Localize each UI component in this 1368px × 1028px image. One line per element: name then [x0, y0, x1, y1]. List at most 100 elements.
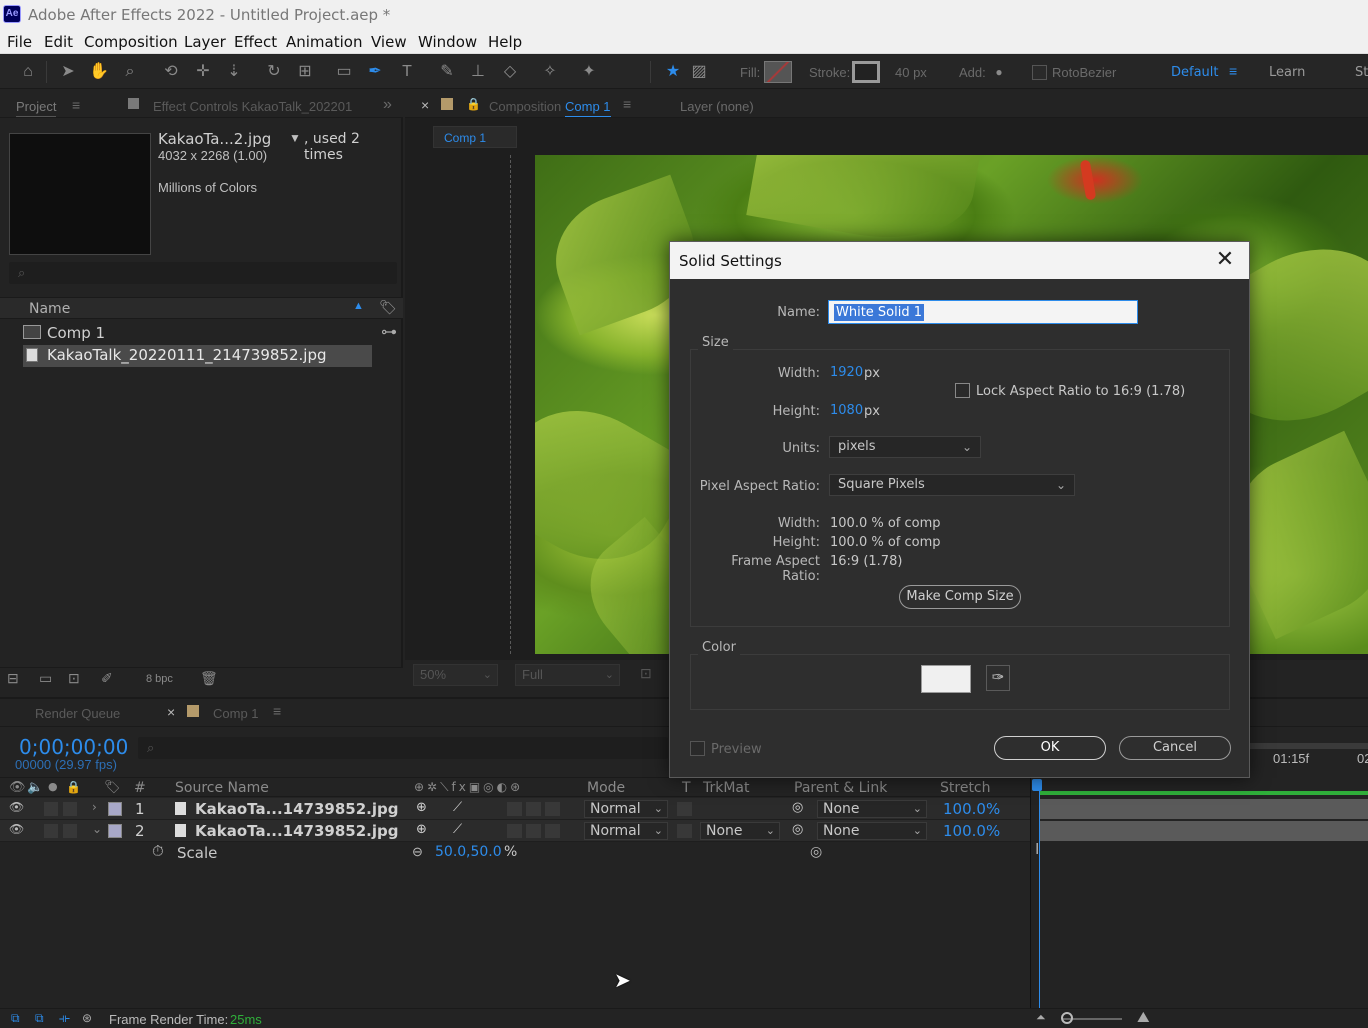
layer-row[interactable]: 👁 › 1 KakaoTa...14739852.jpg ⊕ ⟋ Normal ⌄…	[0, 798, 1030, 820]
flowchart-icon[interactable]: ⊶	[381, 322, 397, 342]
tab-effect-controls[interactable]: Effect Controls KakaoTalk_202201	[153, 99, 352, 114]
label-color-swatch[interactable]	[108, 802, 122, 816]
stroke-swatch[interactable]	[852, 61, 880, 83]
width-value[interactable]: 1920	[830, 365, 863, 380]
close-tab-icon[interactable]: ×	[167, 704, 175, 720]
workspace-menu-icon[interactable]: ≡	[1229, 63, 1237, 79]
lock-aspect-checkbox[interactable]	[955, 383, 970, 398]
interpret-footage-icon[interactable]: ⊟	[7, 670, 19, 687]
puppet-pin-tool-icon[interactable]: ✦	[578, 61, 600, 83]
project-search-input[interactable]: ⌕	[9, 262, 397, 284]
expand-panels-icon[interactable]: »	[383, 96, 392, 114]
project-item-comp[interactable]: Comp 1	[23, 323, 383, 345]
clone-stamp-tool-icon[interactable]: ⊥	[467, 61, 489, 83]
type-tool-icon[interactable]: T	[396, 61, 418, 83]
make-comp-size-button[interactable]: Make Comp Size	[899, 585, 1021, 609]
zoom-in-icon[interactable]: ⛰	[1137, 1009, 1150, 1026]
tab-render-queue[interactable]: Render Queue	[35, 706, 120, 721]
home-icon[interactable]: ⌂	[17, 61, 39, 83]
magnification-dropdown[interactable]: 50% ⌄	[413, 664, 498, 686]
star-icon[interactable]: ★	[662, 61, 684, 83]
zoom-slider-handle[interactable]	[1061, 1012, 1073, 1024]
preserve-transparency-switch[interactable]	[677, 824, 692, 838]
units-dropdown[interactable]: pixels ⌄	[829, 436, 981, 458]
new-folder-icon[interactable]: ▭	[39, 670, 52, 687]
layer-switch[interactable]	[526, 824, 541, 838]
quality-switch-icon[interactable]: ⟋	[453, 800, 462, 815]
layer-row[interactable]: 👁 ⌄ 2 KakaoTa...14739852.jpg ⊕ ⟋ Normal ⌄…	[0, 820, 1030, 842]
render-time-toggle-icon[interactable]: ⊛	[82, 1011, 92, 1025]
orbit-camera-tool-icon[interactable]: ⟲	[160, 61, 182, 83]
layer-switch[interactable]	[507, 802, 522, 816]
lock-aspect-label[interactable]: Lock Aspect Ratio to 16:9 (1.78)	[976, 384, 1185, 399]
ok-button[interactable]: OK	[994, 736, 1106, 760]
tab-timeline-comp-1[interactable]: Comp 1	[213, 706, 259, 721]
project-item-footage[interactable]: KakaoTalk_20220111_214739852.jpg	[23, 345, 372, 367]
layer-duration-bar[interactable]	[1039, 821, 1368, 841]
layer-duration-bar[interactable]	[1039, 799, 1368, 819]
layer-switch[interactable]	[545, 824, 560, 838]
anchor-point-tool-icon[interactable]: ⊞	[294, 61, 316, 83]
trkmat-dropdown[interactable]: None ⌄	[700, 822, 780, 840]
scale-y-value[interactable]: ,50.0	[466, 844, 502, 860]
zoom-tool-icon[interactable]: ⌕	[119, 61, 141, 83]
menu-file[interactable]: File	[7, 33, 32, 51]
preserve-transparency-switch[interactable]	[677, 802, 692, 816]
rotation-tool-icon[interactable]: ↻	[263, 61, 285, 83]
parent-dropdown[interactable]: None ⌄	[817, 800, 927, 818]
layer-stretch[interactable]: 100.0%	[943, 822, 1000, 840]
stroke-width[interactable]: 40 px	[895, 65, 927, 80]
menu-help[interactable]: Help	[488, 33, 522, 51]
menu-window[interactable]: Window	[418, 33, 477, 51]
layer-switch[interactable]	[507, 824, 522, 838]
brush-tool-icon[interactable]: ✎	[436, 61, 458, 83]
project-menu-icon[interactable]: ≡	[72, 97, 80, 113]
fill-swatch[interactable]	[764, 61, 792, 83]
column-source-name[interactable]: Source Name	[175, 780, 269, 796]
tab-project[interactable]: Project	[16, 99, 57, 117]
parent-dropdown[interactable]: None ⌄	[817, 822, 927, 840]
audio-switch[interactable]	[44, 802, 58, 816]
audio-switch[interactable]	[44, 824, 58, 838]
label-color-swatch[interactable]	[108, 824, 122, 838]
new-composition-icon[interactable]: ⊡	[68, 670, 80, 687]
label-tag-icon[interactable]: 🏷	[379, 299, 397, 316]
column-name[interactable]: Name	[29, 301, 70, 317]
zoom-out-icon[interactable]: ⏶	[1036, 1010, 1046, 1025]
video-visibility-icon[interactable]: 👁	[9, 780, 26, 795]
fast-previews-icon[interactable]: ⊡	[640, 665, 652, 682]
layer-mode-dropdown[interactable]: Normal ⌄	[584, 800, 668, 818]
layer-switch[interactable]	[526, 802, 541, 816]
color-depth-button[interactable]: 8 bpc	[146, 673, 173, 685]
eye-icon[interactable]: 👁	[9, 822, 24, 836]
shy-switch-icon[interactable]: ⊕	[416, 800, 427, 815]
workspace-learn[interactable]: Learn	[1269, 65, 1305, 80]
pick-whip-icon[interactable]: ◎	[792, 822, 803, 837]
menu-view[interactable]: View	[371, 33, 407, 51]
workspace-more[interactable]: St	[1355, 65, 1368, 80]
timeline-menu-icon[interactable]: ≡	[273, 703, 281, 719]
resolution-dropdown[interactable]: Full ⌄	[515, 664, 620, 686]
composition-tab-prefix[interactable]: Composition	[489, 99, 561, 114]
preview-checkbox[interactable]	[690, 741, 705, 756]
layer-switches-toggle-icon[interactable]: ⧉	[11, 1011, 20, 1026]
menu-composition[interactable]: Composition	[84, 33, 178, 51]
constrain-proportions-icon[interactable]: ⊖	[412, 844, 423, 860]
layer-mode-dropdown[interactable]: Normal ⌄	[584, 822, 668, 840]
trash-icon[interactable]: 🗑	[200, 670, 218, 687]
in-out-toggle-icon[interactable]: ⟛	[59, 1011, 70, 1026]
adjust-project-settings-icon[interactable]: ✐	[101, 670, 113, 687]
layer-switch[interactable]	[545, 802, 560, 816]
transfer-controls-toggle-icon[interactable]: ⧉	[35, 1011, 44, 1026]
mask-mode-icon[interactable]: ▨	[688, 61, 710, 83]
selection-tool-icon[interactable]: ➤	[57, 61, 79, 83]
expression-pick-whip-icon[interactable]: ◎	[810, 843, 822, 860]
solo-icon[interactable]: ●	[48, 780, 58, 793]
close-icon[interactable]: ✕	[1213, 248, 1237, 272]
rotobezier-checkbox[interactable]	[1032, 65, 1047, 80]
add-dropdown-icon[interactable]: ●	[988, 61, 1010, 83]
current-time-indicator[interactable]	[1039, 781, 1040, 1009]
solo-switch[interactable]	[63, 802, 77, 816]
tab-comp-1[interactable]: Comp 1	[565, 99, 611, 117]
current-timecode[interactable]: 0;00;00;00	[19, 735, 128, 759]
